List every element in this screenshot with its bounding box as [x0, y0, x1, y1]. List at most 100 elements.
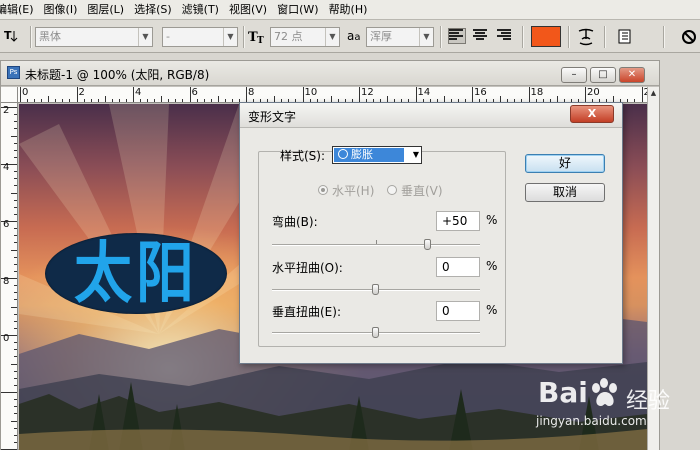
ruler-tick: [634, 99, 636, 102]
menu-window[interactable]: 窗口(W): [272, 0, 323, 20]
chevron-down-icon: ▼: [223, 28, 237, 46]
align-left-button[interactable]: [448, 28, 466, 44]
close-button[interactable]: ✕: [619, 67, 645, 83]
bend-slider[interactable]: [272, 244, 480, 246]
warped-text-layer[interactable]: 太阳: [45, 233, 227, 314]
ruler-tick: [210, 99, 212, 102]
ruler-tick: [154, 99, 156, 102]
anti-alias-select[interactable]: 浑厚 ▼: [366, 27, 434, 47]
paw-logo-icon: [592, 378, 617, 406]
ruler-tick: [175, 99, 177, 102]
ruler-tick: [133, 87, 134, 102]
ruler-tick: [14, 370, 17, 372]
dialog-title-bar[interactable]: 变形文字 X: [240, 103, 622, 128]
align-center-button[interactable]: [473, 29, 489, 43]
menu-view[interactable]: 视图(V): [224, 0, 272, 20]
font-size-select[interactable]: 72 点 ▼: [270, 27, 340, 47]
style-value: 膨胀: [351, 148, 373, 161]
ruler-tick: [111, 99, 113, 102]
ruler-tick: [14, 299, 17, 301]
ruler-tick: [14, 349, 17, 351]
ruler-tick: [641, 87, 643, 102]
warp-text-icon[interactable]: [576, 27, 596, 47]
ruler-tick: [14, 199, 17, 201]
ruler-tick: [246, 87, 247, 102]
ruler-tick: [14, 342, 17, 344]
ruler-label: 4: [135, 87, 142, 98]
ruler-tick: [14, 263, 17, 265]
ruler-tick: [14, 320, 17, 322]
ruler-tick: [14, 399, 17, 401]
ok-button[interactable]: 好: [525, 154, 605, 173]
character-panel-icon[interactable]: [617, 29, 633, 45]
bend-input[interactable]: +50: [436, 211, 480, 231]
baidu-jingyan-text: 经验: [626, 389, 671, 414]
ruler-tick: [90, 99, 92, 102]
ruler-tick: [14, 441, 17, 443]
ruler-label: 6: [3, 219, 10, 230]
ruler-tick: [14, 256, 17, 258]
vertical-distortion-label: 垂直扭曲(E):: [272, 305, 341, 319]
style-select[interactable]: 膨胀 ▼: [332, 146, 422, 164]
anti-alias-icon: aa: [347, 29, 361, 43]
ruler-tick: [11, 363, 17, 365]
font-family-select[interactable]: 黑体 ▼: [35, 27, 153, 47]
ruler-tick: [203, 99, 205, 102]
maximize-button[interactable]: □: [590, 67, 616, 83]
scroll-up-icon[interactable]: ▲: [649, 89, 658, 97]
ruler-tick: [55, 99, 57, 102]
font-style-select[interactable]: - ▼: [162, 27, 238, 47]
vertical-distortion-percent: %: [486, 303, 498, 317]
horizontal-distortion-input[interactable]: 0: [436, 257, 480, 277]
ruler-tick: [14, 384, 17, 386]
horizontal-distortion-slider-thumb[interactable]: [372, 284, 379, 295]
ruler-label: 8: [248, 87, 255, 98]
ruler-tick: [182, 99, 184, 102]
align-right-button[interactable]: [497, 29, 513, 43]
cancel-icon[interactable]: [681, 29, 697, 45]
menu-image[interactable]: 图像(I): [39, 0, 83, 20]
dialog-close-button[interactable]: X: [570, 105, 614, 123]
ruler-tick: [76, 87, 78, 102]
ruler-tick: [14, 413, 17, 415]
vertical-distortion-input[interactable]: 0: [436, 301, 480, 321]
horizontal-radio[interactable]: [318, 185, 328, 195]
bend-slider-thumb[interactable]: [424, 239, 431, 250]
menu-layer[interactable]: 图层(L): [82, 0, 129, 20]
horizontal-ruler[interactable]: 024681012141618202: [18, 87, 650, 103]
text-orientation-icon[interactable]: T: [4, 28, 24, 46]
vertical-radio[interactable]: [387, 185, 397, 195]
ruler-origin[interactable]: [1, 87, 18, 103]
ruler-tick: [627, 99, 629, 102]
ruler-tick: [14, 313, 17, 315]
document-title: 未标题-1 @ 100% (太阳, RGB/8): [25, 68, 210, 82]
font-size-icon: T T: [248, 30, 264, 46]
ruler-tick: [224, 99, 226, 102]
document-title-bar[interactable]: Ps 未标题-1 @ 100% (太阳, RGB/8) – □ ✕: [1, 61, 659, 86]
ruler-tick: [189, 87, 191, 102]
menu-filter[interactable]: 滤镜(T): [177, 0, 224, 20]
ruler-tick: [14, 171, 17, 173]
ruler-tick: [472, 87, 473, 102]
chevron-down-icon: ▼: [138, 28, 152, 46]
ruler-tick: [14, 149, 17, 151]
ruler-tick: [125, 99, 127, 102]
inflate-icon: [338, 149, 348, 159]
ruler-label: 0: [22, 87, 29, 98]
menu-help[interactable]: 帮助(H): [324, 0, 373, 20]
ruler-tick: [1, 392, 17, 393]
cancel-button[interactable]: 取消: [525, 183, 605, 202]
text-color-swatch[interactable]: [531, 26, 561, 47]
ruler-tick: [104, 96, 106, 102]
minimize-button[interactable]: –: [561, 67, 587, 83]
ruler-tick: [196, 99, 198, 102]
bend-slider-center-tick: [376, 240, 377, 244]
ruler-tick: [14, 185, 17, 187]
bend-label: 弯曲(B):: [272, 215, 318, 229]
ruler-tick: [14, 121, 17, 123]
vertical-ruler[interactable]: 2 4 6 8 0: [1, 103, 18, 450]
ruler-tick: [14, 434, 17, 436]
vertical-distortion-slider-thumb[interactable]: [372, 327, 379, 338]
menu-select[interactable]: 选择(S): [129, 0, 177, 20]
menu-edit[interactable]: 编辑(E): [0, 0, 39, 20]
